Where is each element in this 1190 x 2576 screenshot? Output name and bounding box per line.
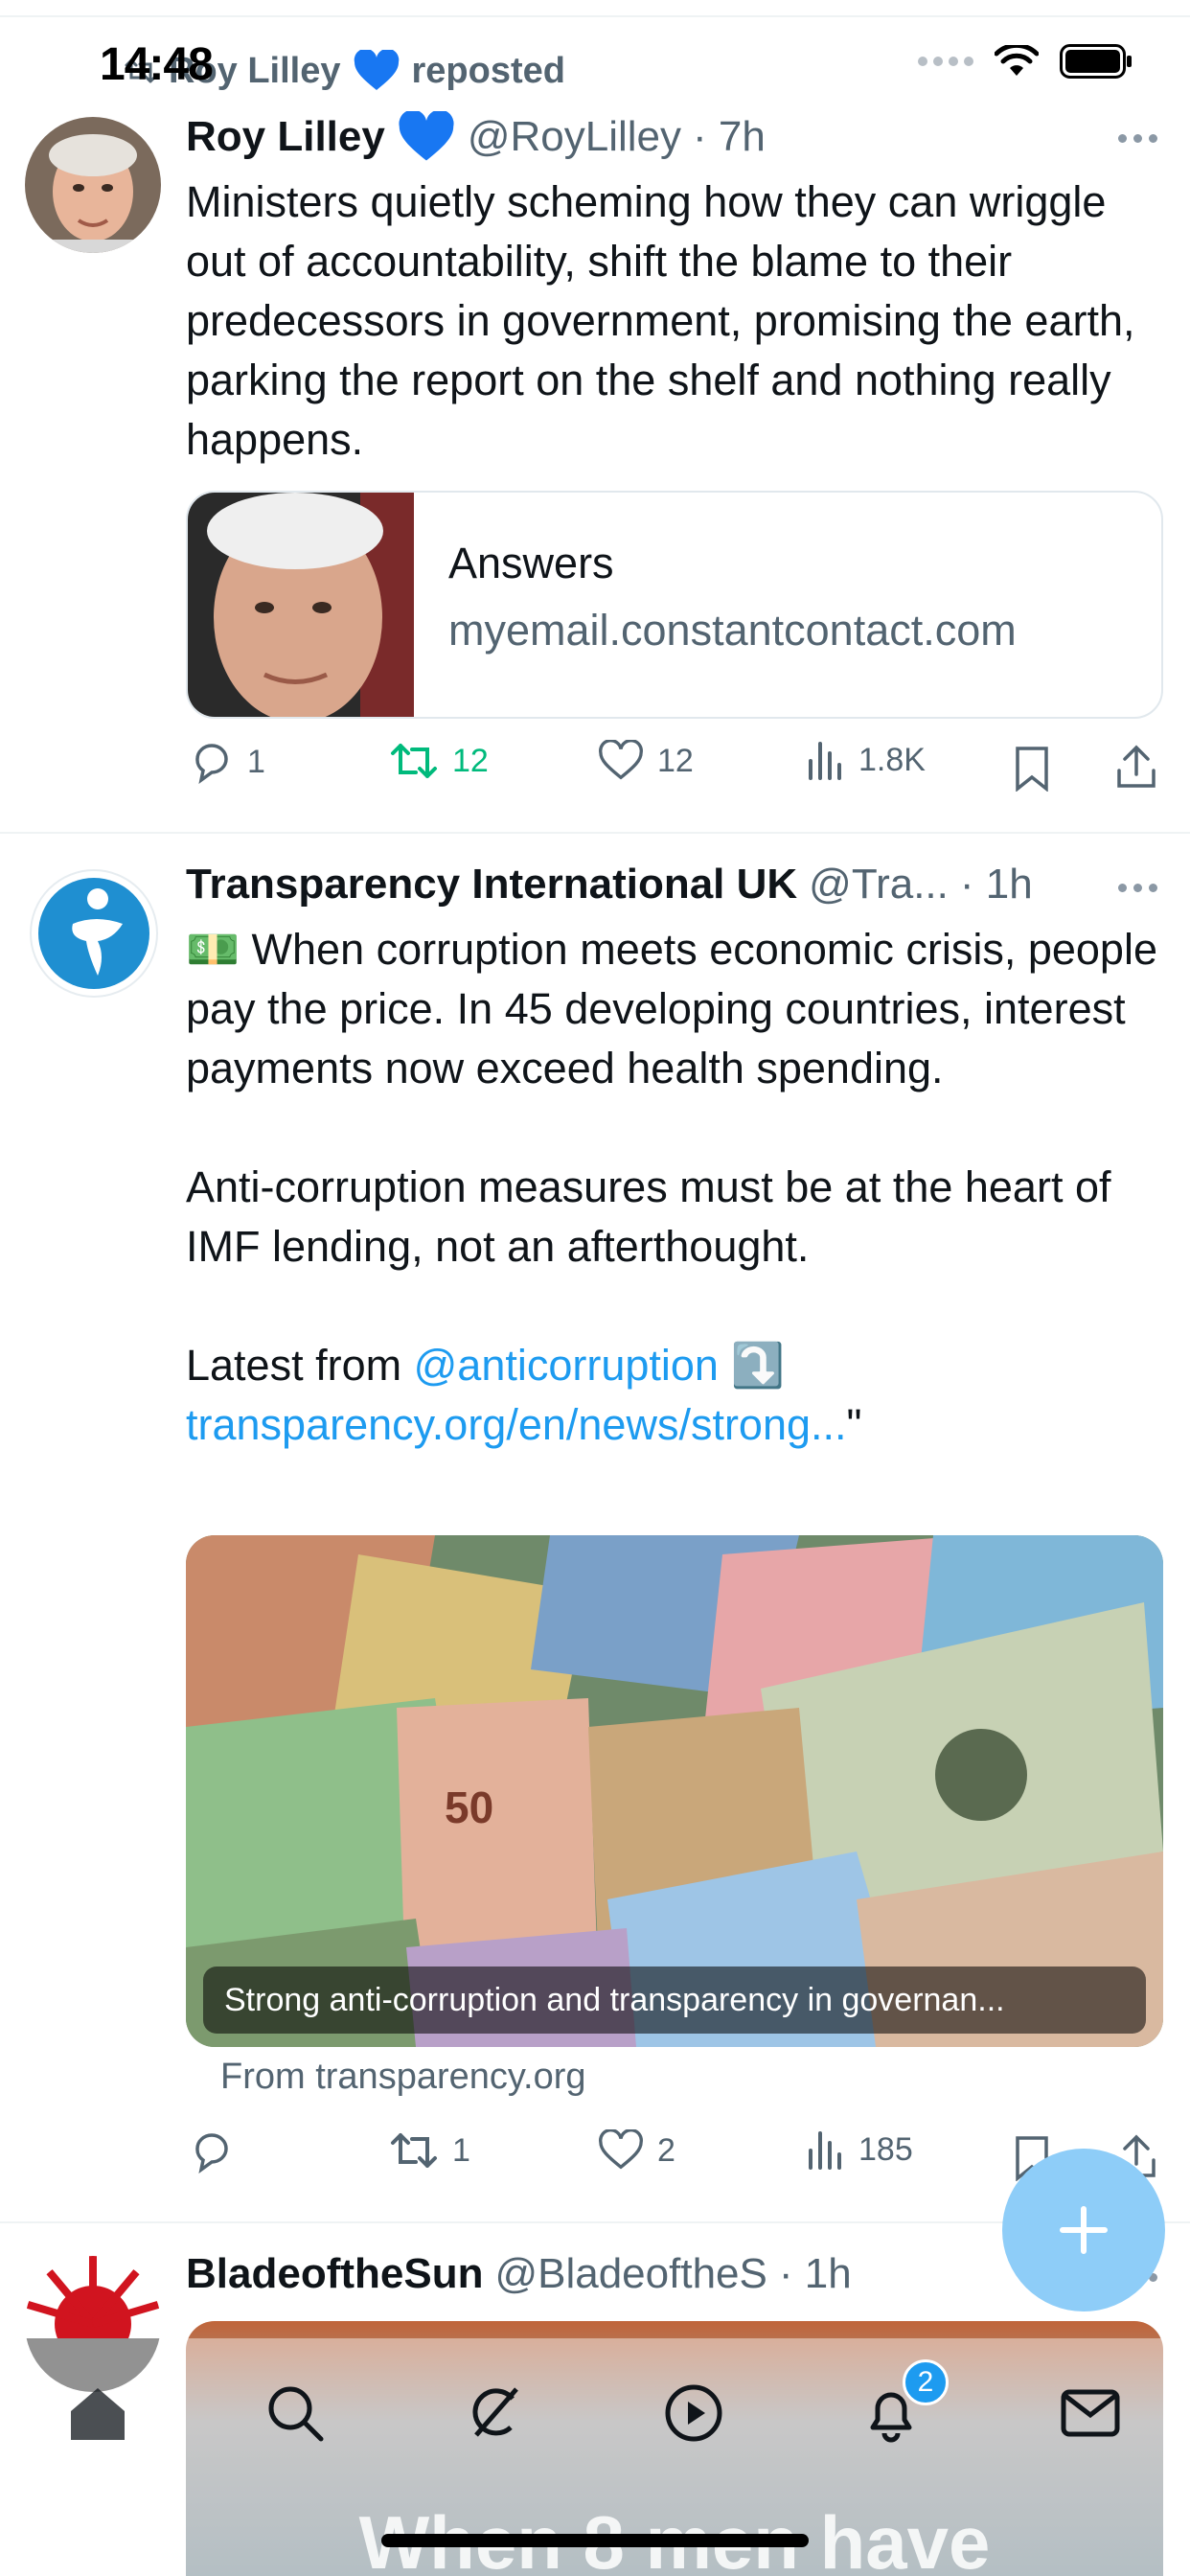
views-icon (809, 742, 841, 780)
like-count: 12 (657, 742, 694, 779)
tweet2-handle[interactable]: @Tra... (809, 861, 949, 908)
tweet1-author-name[interactable]: Roy Lilley (186, 113, 385, 161)
tweet2-more-icon[interactable] (1118, 884, 1157, 892)
tweet2-paragraph-1: 💵 When corruption meets economic crisis,… (186, 920, 1163, 1098)
views-button[interactable]: 1.8K (807, 740, 926, 780)
compose-button[interactable] (1002, 2149, 1165, 2312)
repost-icon (391, 2133, 437, 2168)
tweet2-media-card[interactable]: 50 Strong anti-corruption and transparen… (186, 1535, 1163, 2047)
search-icon (268, 2386, 324, 2442)
tweet2-time: · 1h (959, 861, 1033, 908)
repost-icon (391, 744, 437, 778)
tweet2-paragraph-3: Latest from @anticorruption ⤵️ transpare… (186, 1336, 1163, 1455)
battery-icon (1060, 44, 1132, 79)
blue-heart-icon (354, 50, 399, 90)
top-divider (0, 15, 1190, 17)
media-source[interactable]: From transparency.org (220, 2057, 586, 2098)
tweet2-text: 💵 When corruption meets economic crisis,… (186, 920, 1163, 1455)
wifi-icon (995, 45, 1039, 76)
grok-icon (472, 2387, 518, 2437)
views-button[interactable]: 185 (807, 2129, 913, 2170)
url-suffix: " (846, 1400, 862, 1449)
tweet3-author-name[interactable]: BladeoftheSun (186, 2250, 483, 2298)
tweet1-header: Roy Lilley @RoyLilley · 7h (186, 111, 766, 163)
home-indicator[interactable] (381, 2534, 809, 2547)
reply-count: 1 (247, 743, 265, 780)
tweet1-time: · 7h (693, 113, 766, 160)
card-title: Answers (448, 539, 614, 587)
card-domain: myemail.constantcontact.com (448, 606, 1017, 655)
reply-icon (195, 744, 228, 784)
bookmark-icon[interactable] (1014, 746, 1050, 792)
avatar-roy-lilley[interactable] (25, 117, 161, 253)
media-caption: Strong anti-corruption and transparency … (203, 1966, 1146, 2034)
tweet3-header: BladeoftheSun @BladeoftheS · 1h (186, 2250, 852, 2298)
play-icon (665, 2384, 722, 2442)
tweet1-link-card[interactable]: Answers myemail.constantcontact.com (186, 491, 1163, 719)
repost-count: 12 (452, 742, 489, 779)
tweet3-handle[interactable]: @BladeoftheS (494, 2250, 767, 2298)
reply-button[interactable]: 1 (190, 740, 265, 784)
notifications-badge: 2 (903, 2359, 949, 2405)
status-icons (918, 44, 1133, 79)
like-button[interactable]: 12 (598, 740, 694, 782)
views-count: 1.8K (858, 741, 926, 778)
heart-icon (599, 740, 643, 780)
blue-heart-icon (399, 111, 454, 161)
tweet1-handle[interactable]: @RoyLilley (468, 113, 681, 161)
mention-link[interactable]: @anticorruption (414, 1341, 719, 1390)
repost-button[interactable]: 12 (389, 740, 489, 782)
repost-suffix: reposted (411, 50, 565, 91)
reply-icon (195, 2133, 228, 2174)
mail-icon (1061, 2389, 1120, 2437)
reply-button[interactable] (190, 2129, 247, 2174)
tweet-divider (0, 832, 1190, 834)
signal-dots-icon (918, 57, 973, 66)
status-time: 14:48 (100, 39, 214, 90)
tab-search[interactable] (257, 2375, 333, 2451)
arrow-down-emoji-icon: ⤵️ (730, 1341, 785, 1390)
card-thumbnail (188, 493, 414, 717)
tweet2-author-name[interactable]: Transparency International UK (186, 861, 797, 908)
tweet1-text: Ministers quietly scheming how they can … (186, 177, 1135, 464)
tweet2-header: Transparency International UK @Tra... · … (186, 861, 1033, 908)
tweet3-time: · 1h (778, 2250, 852, 2297)
tweet1-actions: 1 12 12 1.8K (186, 740, 1173, 797)
money-emoji-icon: 💵 (186, 925, 240, 974)
home-icon (71, 2388, 125, 2440)
repost-count: 1 (452, 2131, 470, 2169)
tab-home[interactable] (59, 2375, 136, 2451)
plus-icon (1060, 2206, 1108, 2254)
repost-button[interactable]: 1 (389, 2129, 470, 2172)
views-icon (809, 2131, 841, 2170)
heart-icon (599, 2129, 643, 2170)
share-icon[interactable] (1115, 744, 1157, 790)
tweet2-paragraph-2: Anti-corruption measures must be at the … (186, 1162, 1111, 1271)
tweet1-more-icon[interactable] (1118, 134, 1157, 143)
views-count: 185 (858, 2130, 913, 2168)
tweet2-line1: When corruption meets economic crisis, p… (186, 925, 1157, 1092)
svg-text:50: 50 (445, 1782, 493, 1832)
tab-grok[interactable] (456, 2375, 533, 2451)
tab-video[interactable] (655, 2375, 732, 2451)
url-link[interactable]: transparency.org/en/news/strong... (186, 1400, 847, 1449)
tab-messages[interactable] (1052, 2375, 1129, 2451)
like-count: 2 (657, 2131, 675, 2169)
like-button[interactable]: 2 (598, 2129, 675, 2172)
tweet2-latest-from: Latest from (186, 1341, 402, 1390)
avatar-transparency-international[interactable] (29, 868, 159, 999)
